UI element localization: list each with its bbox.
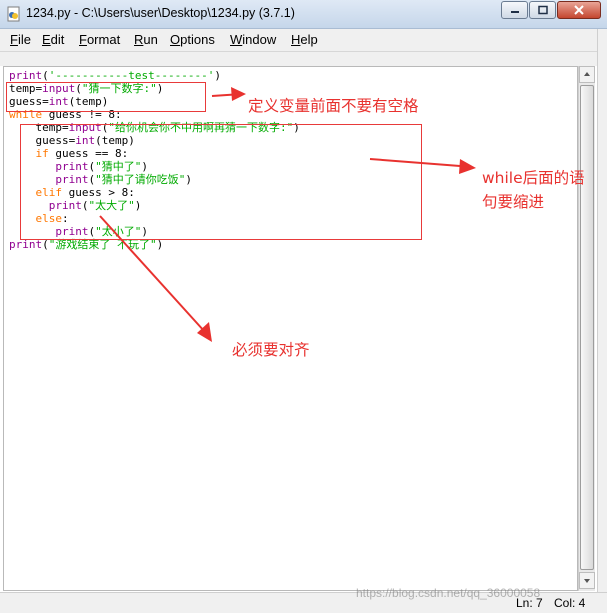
close-icon: [574, 5, 584, 15]
minimize-icon: [510, 11, 519, 13]
status-column: Col: 4: [554, 596, 586, 610]
window-edge: [597, 29, 607, 613]
annotation-box-variables: [6, 82, 206, 112]
window-title: 1234.py - C:\Users\user\Desktop\1234.py …: [26, 6, 295, 20]
menu-edit[interactable]: Edit: [42, 32, 64, 47]
menu-window[interactable]: Window: [230, 32, 276, 47]
annotation-note-indent-2: 句要缩进: [482, 193, 545, 211]
menu-format[interactable]: Format: [79, 32, 120, 47]
code-line: print('-----------test--------'): [9, 69, 300, 82]
watermark: https://blog.csdn.net/qq_36000058: [356, 586, 541, 600]
arrow-down-icon: [584, 579, 590, 583]
code-token: ): [214, 69, 221, 82]
maximize-button[interactable]: [529, 1, 556, 19]
title-bar[interactable]: 1234.py - C:\Users\user\Desktop\1234.py …: [0, 0, 607, 29]
menu-run[interactable]: Run: [134, 32, 158, 47]
annotation-note-no-spaces: 定义变量前面不要有空格: [248, 97, 419, 115]
toolbar-gap: [0, 52, 607, 66]
maximize-icon: [537, 5, 548, 15]
code-token: '-----------test--------': [48, 69, 215, 82]
scroll-down-button[interactable]: [579, 572, 595, 589]
python-file-icon: [7, 6, 20, 22]
annotation-box-while-body: [20, 124, 422, 240]
menu-options[interactable]: Options: [170, 32, 215, 47]
close-button[interactable]: [557, 1, 601, 19]
scroll-up-button[interactable]: [579, 66, 595, 83]
menu-file[interactable]: File: [10, 32, 31, 47]
code-token: (: [42, 69, 49, 82]
menu-help[interactable]: Help: [291, 32, 318, 47]
arrow-up-icon: [584, 72, 590, 76]
scrollbar-thumb[interactable]: [580, 85, 594, 570]
annotation-note-align: 必须要对齐: [232, 341, 310, 359]
window-controls: [501, 1, 601, 19]
code-token: print: [9, 69, 43, 82]
menu-bar: File Edit Format Run Options Window Help: [0, 29, 607, 52]
annotation-note-indent-1: while后面的语: [482, 169, 585, 187]
vertical-scrollbar[interactable]: [578, 66, 595, 591]
minimize-button[interactable]: [501, 1, 528, 19]
